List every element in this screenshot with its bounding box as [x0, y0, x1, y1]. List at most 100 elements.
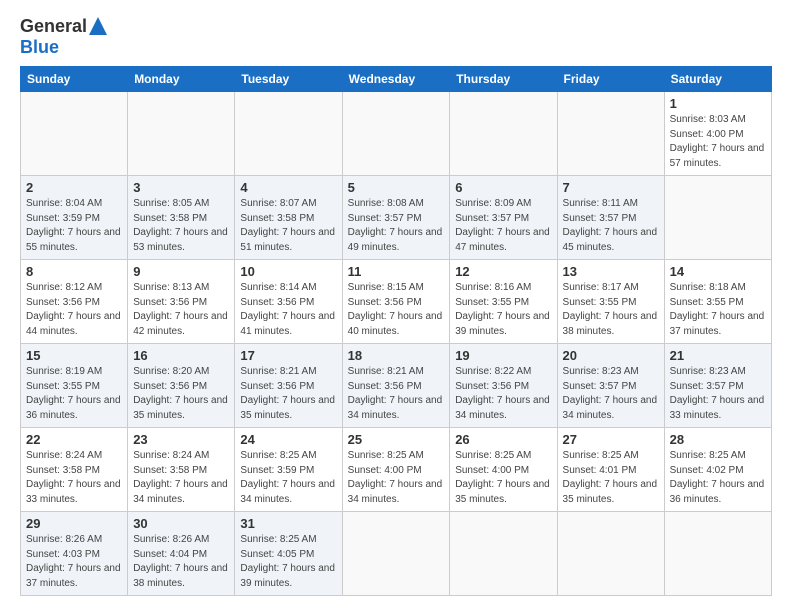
day-info: Sunrise: 8:26 AMSunset: 4:04 PMDaylight:…: [133, 534, 228, 589]
calendar-week-row: 22 Sunrise: 8:24 AMSunset: 3:58 PMDaylig…: [21, 428, 772, 512]
day-number: 14: [670, 264, 766, 279]
day-number: 15: [26, 348, 122, 363]
day-number: 16: [133, 348, 229, 363]
day-info: Sunrise: 8:23 AMSunset: 3:57 PMDaylight:…: [563, 366, 658, 421]
logo-text: General: [20, 16, 107, 37]
day-info: Sunrise: 8:13 AMSunset: 3:56 PMDaylight:…: [133, 282, 228, 337]
calendar-cell: 13 Sunrise: 8:17 AMSunset: 3:55 PMDaylig…: [557, 260, 664, 344]
day-info: Sunrise: 8:22 AMSunset: 3:56 PMDaylight:…: [455, 366, 550, 421]
logo-blue-text: Blue: [20, 37, 59, 58]
day-number: 7: [563, 180, 659, 195]
calendar-cell: 14 Sunrise: 8:18 AMSunset: 3:55 PMDaylig…: [664, 260, 771, 344]
day-info: Sunrise: 8:21 AMSunset: 3:56 PMDaylight:…: [348, 366, 443, 421]
calendar-week-row: 2 Sunrise: 8:04 AMSunset: 3:59 PMDayligh…: [21, 176, 772, 260]
calendar-cell: [664, 512, 771, 596]
calendar-week-row: 8 Sunrise: 8:12 AMSunset: 3:56 PMDayligh…: [21, 260, 772, 344]
day-info: Sunrise: 8:17 AMSunset: 3:55 PMDaylight:…: [563, 282, 658, 337]
calendar-cell: 7 Sunrise: 8:11 AMSunset: 3:57 PMDayligh…: [557, 176, 664, 260]
day-info: Sunrise: 8:25 AMSunset: 4:00 PMDaylight:…: [348, 450, 443, 505]
calendar-cell: 28 Sunrise: 8:25 AMSunset: 4:02 PMDaylig…: [664, 428, 771, 512]
day-info: Sunrise: 8:16 AMSunset: 3:55 PMDaylight:…: [455, 282, 550, 337]
calendar-header-saturday: Saturday: [664, 67, 771, 92]
day-info: Sunrise: 8:15 AMSunset: 3:56 PMDaylight:…: [348, 282, 443, 337]
day-info: Sunrise: 8:11 AMSunset: 3:57 PMDaylight:…: [563, 198, 658, 253]
day-number: 19: [455, 348, 551, 363]
day-number: 26: [455, 432, 551, 447]
calendar-cell: 12 Sunrise: 8:16 AMSunset: 3:55 PMDaylig…: [450, 260, 557, 344]
calendar-cell: 6 Sunrise: 8:09 AMSunset: 3:57 PMDayligh…: [450, 176, 557, 260]
day-number: 11: [348, 264, 445, 279]
day-number: 21: [670, 348, 766, 363]
calendar-cell: 17 Sunrise: 8:21 AMSunset: 3:56 PMDaylig…: [235, 344, 342, 428]
calendar-cell: [21, 92, 128, 176]
calendar-cell: [128, 92, 235, 176]
day-number: 6: [455, 180, 551, 195]
calendar-week-row: 1 Sunrise: 8:03 AMSunset: 4:00 PMDayligh…: [21, 92, 772, 176]
calendar-cell: 9 Sunrise: 8:13 AMSunset: 3:56 PMDayligh…: [128, 260, 235, 344]
calendar-cell: 5 Sunrise: 8:08 AMSunset: 3:57 PMDayligh…: [342, 176, 450, 260]
calendar-cell: [342, 92, 450, 176]
calendar-cell: 21 Sunrise: 8:23 AMSunset: 3:57 PMDaylig…: [664, 344, 771, 428]
calendar-cell: [342, 512, 450, 596]
calendar-cell: 8 Sunrise: 8:12 AMSunset: 3:56 PMDayligh…: [21, 260, 128, 344]
day-number: 13: [563, 264, 659, 279]
day-info: Sunrise: 8:19 AMSunset: 3:55 PMDaylight:…: [26, 366, 121, 421]
calendar-cell: 16 Sunrise: 8:20 AMSunset: 3:56 PMDaylig…: [128, 344, 235, 428]
day-info: Sunrise: 8:23 AMSunset: 3:57 PMDaylight:…: [670, 366, 765, 421]
day-number: 2: [26, 180, 122, 195]
logo: General Blue: [20, 16, 107, 58]
calendar-cell: 31 Sunrise: 8:25 AMSunset: 4:05 PMDaylig…: [235, 512, 342, 596]
day-number: 23: [133, 432, 229, 447]
day-number: 3: [133, 180, 229, 195]
calendar-header-tuesday: Tuesday: [235, 67, 342, 92]
day-info: Sunrise: 8:09 AMSunset: 3:57 PMDaylight:…: [455, 198, 550, 253]
day-number: 20: [563, 348, 659, 363]
calendar-cell: 4 Sunrise: 8:07 AMSunset: 3:58 PMDayligh…: [235, 176, 342, 260]
day-number: 22: [26, 432, 122, 447]
calendar-cell: 24 Sunrise: 8:25 AMSunset: 3:59 PMDaylig…: [235, 428, 342, 512]
calendar-header-row: SundayMondayTuesdayWednesdayThursdayFrid…: [21, 67, 772, 92]
page: General Blue SundayMondayTuesdayWednesda…: [0, 0, 792, 606]
calendar-header-friday: Friday: [557, 67, 664, 92]
day-info: Sunrise: 8:25 AMSunset: 4:02 PMDaylight:…: [670, 450, 765, 505]
calendar-cell: 18 Sunrise: 8:21 AMSunset: 3:56 PMDaylig…: [342, 344, 450, 428]
calendar-header-wednesday: Wednesday: [342, 67, 450, 92]
day-number: 31: [240, 516, 336, 531]
header: General Blue: [20, 16, 772, 58]
calendar-cell: 30 Sunrise: 8:26 AMSunset: 4:04 PMDaylig…: [128, 512, 235, 596]
day-info: Sunrise: 8:25 AMSunset: 4:00 PMDaylight:…: [455, 450, 550, 505]
day-number: 1: [670, 96, 766, 111]
calendar-cell: [664, 176, 771, 260]
calendar-cell: [235, 92, 342, 176]
day-info: Sunrise: 8:24 AMSunset: 3:58 PMDaylight:…: [133, 450, 228, 505]
day-info: Sunrise: 8:05 AMSunset: 3:58 PMDaylight:…: [133, 198, 228, 253]
calendar-header-thursday: Thursday: [450, 67, 557, 92]
calendar-cell: [450, 512, 557, 596]
calendar-header-monday: Monday: [128, 67, 235, 92]
day-number: 18: [348, 348, 445, 363]
day-info: Sunrise: 8:25 AMSunset: 4:05 PMDaylight:…: [240, 534, 335, 589]
calendar-cell: 19 Sunrise: 8:22 AMSunset: 3:56 PMDaylig…: [450, 344, 557, 428]
calendar-week-row: 29 Sunrise: 8:26 AMSunset: 4:03 PMDaylig…: [21, 512, 772, 596]
calendar-cell: 23 Sunrise: 8:24 AMSunset: 3:58 PMDaylig…: [128, 428, 235, 512]
day-info: Sunrise: 8:24 AMSunset: 3:58 PMDaylight:…: [26, 450, 121, 505]
day-info: Sunrise: 8:25 AMSunset: 3:59 PMDaylight:…: [240, 450, 335, 505]
day-info: Sunrise: 8:03 AMSunset: 4:00 PMDaylight:…: [670, 114, 765, 169]
day-info: Sunrise: 8:26 AMSunset: 4:03 PMDaylight:…: [26, 534, 121, 589]
day-number: 24: [240, 432, 336, 447]
calendar-cell: 22 Sunrise: 8:24 AMSunset: 3:58 PMDaylig…: [21, 428, 128, 512]
day-info: Sunrise: 8:07 AMSunset: 3:58 PMDaylight:…: [240, 198, 335, 253]
calendar-header-sunday: Sunday: [21, 67, 128, 92]
day-number: 5: [348, 180, 445, 195]
calendar-cell: [450, 92, 557, 176]
calendar-cell: 25 Sunrise: 8:25 AMSunset: 4:00 PMDaylig…: [342, 428, 450, 512]
day-info: Sunrise: 8:25 AMSunset: 4:01 PMDaylight:…: [563, 450, 658, 505]
day-number: 17: [240, 348, 336, 363]
calendar-cell: [557, 512, 664, 596]
calendar-cell: 3 Sunrise: 8:05 AMSunset: 3:58 PMDayligh…: [128, 176, 235, 260]
calendar-cell: 27 Sunrise: 8:25 AMSunset: 4:01 PMDaylig…: [557, 428, 664, 512]
day-info: Sunrise: 8:21 AMSunset: 3:56 PMDaylight:…: [240, 366, 335, 421]
day-info: Sunrise: 8:20 AMSunset: 3:56 PMDaylight:…: [133, 366, 228, 421]
day-info: Sunrise: 8:12 AMSunset: 3:56 PMDaylight:…: [26, 282, 121, 337]
day-number: 12: [455, 264, 551, 279]
